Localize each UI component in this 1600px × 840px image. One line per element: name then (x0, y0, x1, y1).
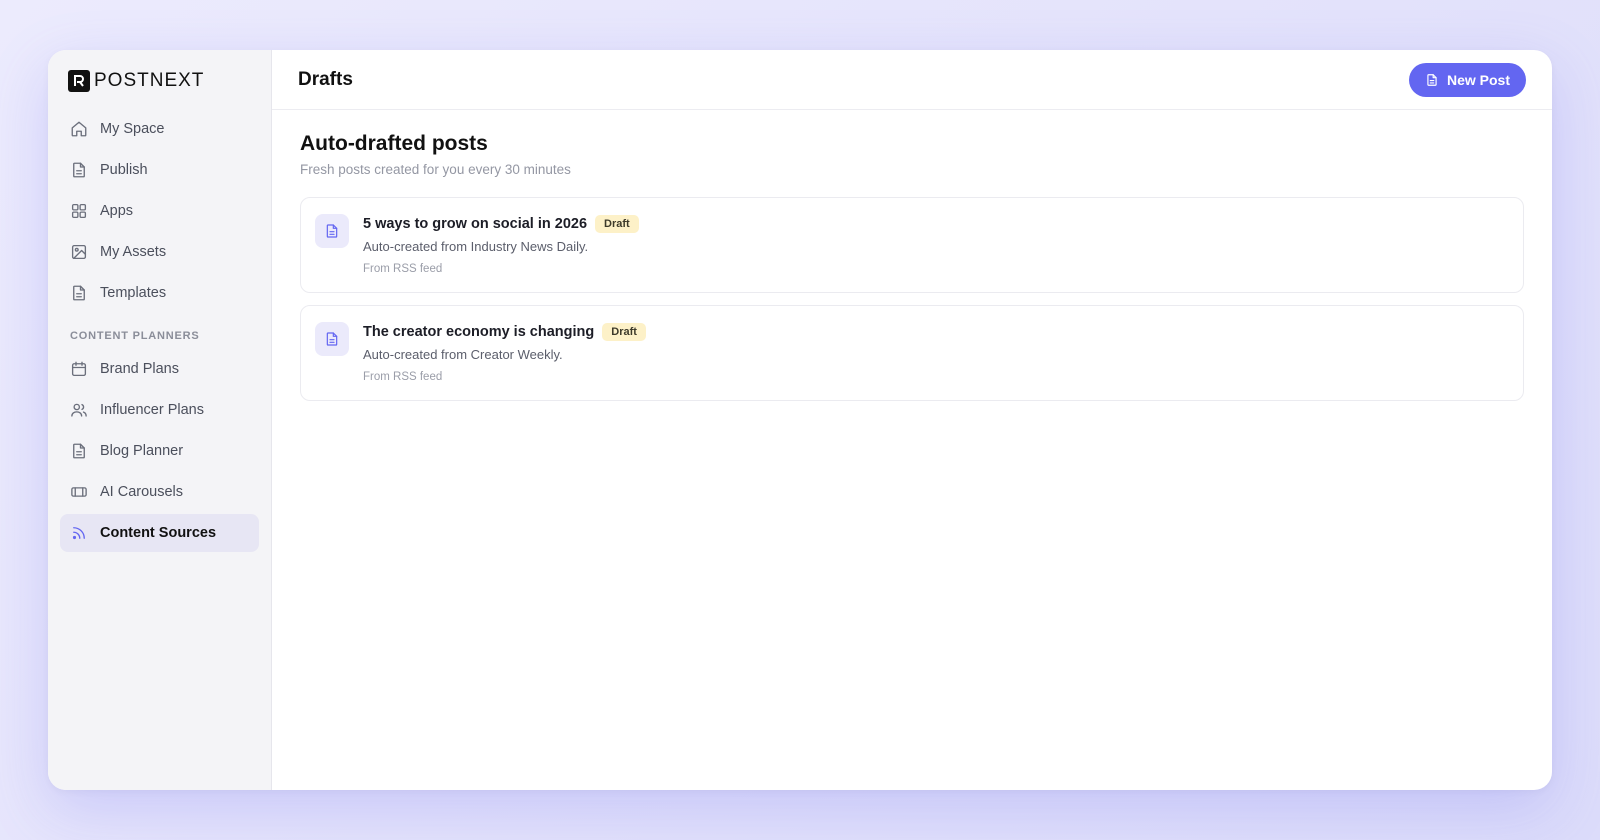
section-title: Auto-drafted posts (300, 132, 488, 155)
status-badge: Draft (595, 215, 639, 233)
sidebar: POSTNEXT My Space Publish Apps My Assets… (48, 50, 272, 790)
sidebar-item-influencer-plans[interactable]: Influencer Plans (60, 391, 259, 429)
content-area: Auto-drafted posts Fresh posts created f… (272, 110, 1552, 435)
status-badge: Draft (602, 323, 646, 341)
sidebar-item-label: Blog Planner (100, 443, 184, 459)
sidebar-item-label: Content Sources (100, 525, 217, 541)
sidebar-item-label: Publish (100, 162, 148, 178)
post-card[interactable]: 5 ways to grow on social in 2026 Draft A… (300, 197, 1524, 293)
main-panel: Drafts New Post Auto-drafted posts Fresh… (272, 50, 1552, 790)
post-body: The creator economy is changing Draft Au… (363, 322, 646, 384)
sidebar-item-label: Apps (100, 203, 134, 219)
new-post-label: New Post (1446, 71, 1510, 88)
sidebar-item-apps[interactable]: Apps (60, 192, 259, 230)
document-icon (73, 285, 85, 301)
post-title-row: 5 ways to grow on social in 2026 Draft (363, 214, 639, 234)
post-body: 5 ways to grow on social in 2026 Draft A… (363, 214, 639, 276)
document-icon (73, 162, 85, 178)
logo-mark-icon (68, 70, 90, 92)
sidebar-item-content-sources[interactable]: Content Sources (60, 514, 259, 552)
section-subtitle: Fresh posts created for you every 30 min… (300, 162, 571, 177)
sidebar-item-ai-carousels[interactable]: AI Carousels (60, 473, 259, 511)
carousel-icon (71, 487, 87, 497)
sidebar-item-label: AI Carousels (100, 484, 184, 500)
calendar-icon (71, 361, 87, 377)
sidebar-item-label: Influencer Plans (100, 402, 204, 418)
page-title: Drafts (298, 68, 353, 90)
post-document-icon (315, 322, 349, 356)
sidebar-item-brand-plans[interactable]: Brand Plans (60, 350, 259, 388)
grid-icon (71, 203, 87, 219)
post-source: From RSS feed (363, 371, 443, 383)
sidebar-item-label: My Assets (100, 244, 167, 260)
document-icon (1427, 73, 1437, 86)
sidebar-item-publish[interactable]: Publish (60, 151, 259, 189)
post-document-icon (315, 214, 349, 248)
logo[interactable]: POSTNEXT (60, 70, 259, 92)
sidebar-item-my-assets[interactable]: My Assets (60, 233, 259, 271)
sidebar-item-my-space[interactable]: My Space (60, 110, 259, 148)
post-description: Auto-created from Creator Weekly. (363, 347, 563, 362)
post-source: From RSS feed (363, 263, 443, 275)
document-icon (73, 443, 85, 459)
logo-text: POSTNEXT (94, 70, 205, 91)
post-card[interactable]: The creator economy is changing Draft Au… (300, 305, 1524, 401)
post-title: The creator economy is changing (363, 324, 595, 340)
page-header: Drafts New Post (272, 50, 1552, 110)
sidebar-item-label: Templates (100, 285, 167, 301)
post-description: Auto-created from Industry News Daily. (363, 239, 589, 254)
section-label-content-planners: CONTENT PLANNERS (70, 330, 200, 342)
home-icon (71, 121, 87, 137)
new-post-button[interactable]: New Post (1408, 62, 1526, 97)
rss-icon (72, 527, 85, 540)
post-title: 5 ways to grow on social in 2026 (363, 216, 588, 232)
sidebar-item-blog-planner[interactable]: Blog Planner (60, 432, 259, 470)
sidebar-item-label: Brand Plans (100, 361, 179, 377)
sidebar-item-templates[interactable]: Templates (60, 274, 259, 312)
sidebar-item-label: My Space (100, 121, 165, 137)
image-icon (71, 244, 87, 260)
app-window: POSTNEXT My Space Publish Apps My Assets… (48, 50, 1552, 790)
post-title-row: The creator economy is changing Draft (363, 322, 646, 342)
users-icon (71, 403, 87, 417)
